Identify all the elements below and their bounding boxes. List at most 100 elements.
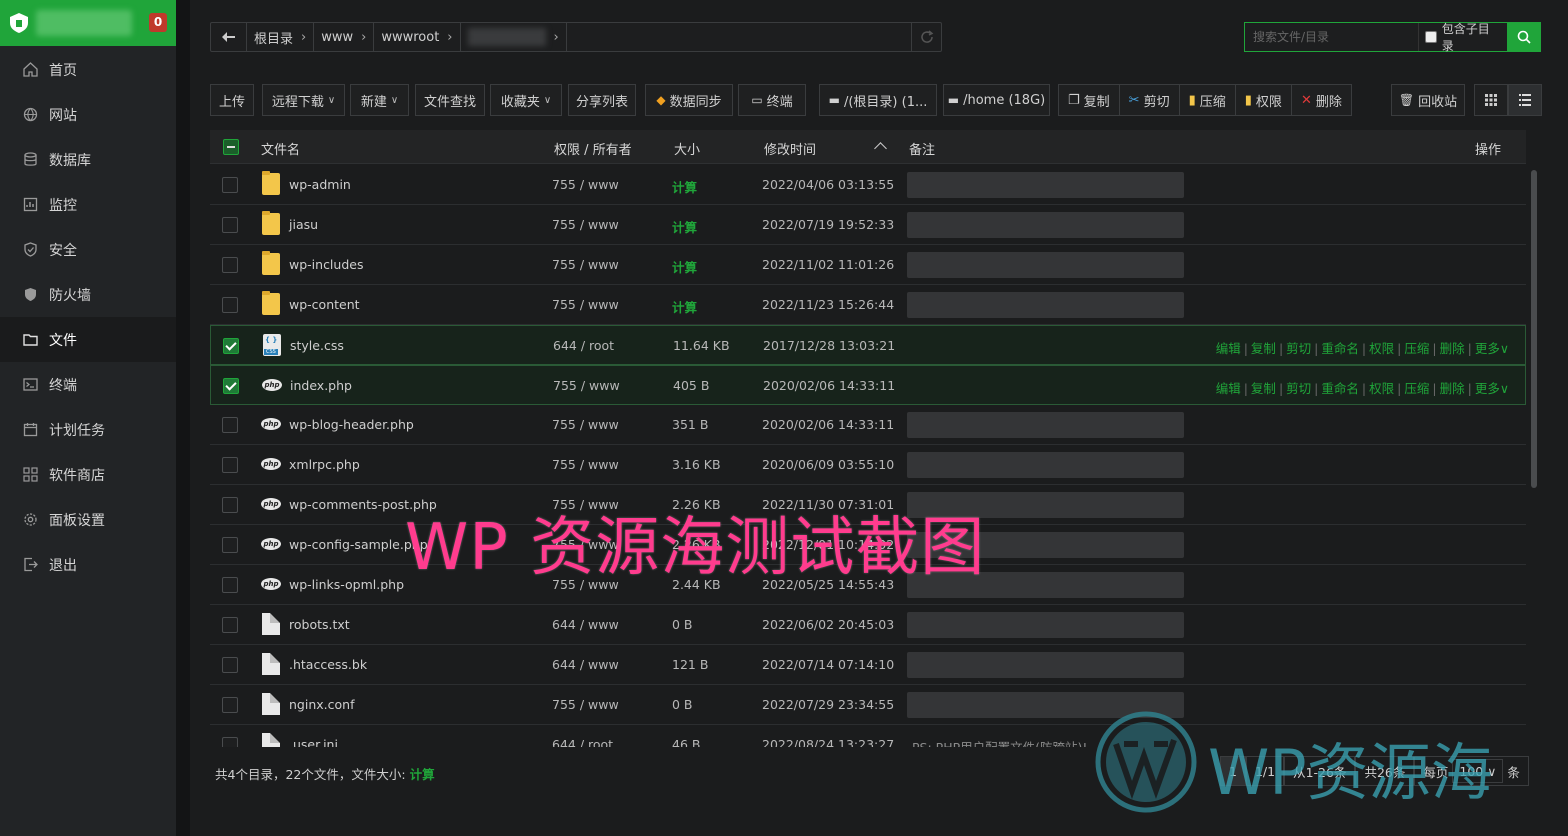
row-checkbox[interactable] [222, 577, 238, 593]
permission-button[interactable]: ▮ 权限 [1236, 85, 1292, 115]
row-op-3[interactable]: 重命名 [1321, 381, 1359, 396]
row-checkbox[interactable] [222, 617, 238, 633]
file-permission[interactable]: 755 / www [552, 697, 619, 712]
upload-button[interactable]: 上传 [210, 84, 254, 116]
file-name[interactable]: wp-content [289, 297, 360, 312]
row-op-0[interactable]: 编辑 [1216, 341, 1241, 356]
row-checkbox[interactable] [222, 457, 238, 473]
share-list-button[interactable]: 分享列表 [568, 84, 636, 116]
back-button[interactable] [211, 23, 247, 51]
file-size[interactable]: 计算 [672, 177, 697, 196]
file-name[interactable]: jiasu [289, 217, 318, 232]
scrollbar-thumb[interactable] [1531, 170, 1537, 488]
sidebar-item-database[interactable]: 数据库 [0, 137, 176, 182]
include-subdir-checkbox[interactable] [1424, 31, 1437, 43]
delete-button[interactable]: ✕ 删除 [1292, 85, 1351, 115]
list-view-button[interactable] [1508, 84, 1542, 116]
file-permission[interactable]: 644 / www [552, 657, 619, 672]
table-row[interactable]: php wp-blog-header.php 755 / www 351 B 2020/… [210, 405, 1526, 445]
file-note-blurred[interactable] [907, 412, 1184, 438]
file-name[interactable]: wp-blog-header.php [289, 417, 414, 432]
file-name[interactable]: index.php [290, 378, 352, 393]
file-name[interactable]: robots.txt [289, 617, 350, 632]
sidebar-item-gear[interactable]: 面板设置 [0, 497, 176, 542]
sidebar-item-logout[interactable]: 退出 [0, 542, 176, 587]
file-permission[interactable]: 755 / www [552, 417, 619, 432]
terminal-button[interactable]: ▭ 终端 [738, 84, 806, 116]
row-checkbox[interactable] [223, 378, 239, 394]
breadcrumb-root[interactable]: 根目录 › [247, 23, 315, 51]
header-mtime[interactable]: 修改时间 [764, 139, 816, 158]
file-find-button[interactable]: 文件查找 [415, 84, 485, 116]
sidebar-item-shield[interactable]: 安全 [0, 227, 176, 272]
file-name[interactable]: wp-links-opml.php [289, 577, 404, 592]
table-row[interactable]: php xmlrpc.php 755 / www 3.16 KB 2020/06/09 … [210, 445, 1526, 485]
row-checkbox[interactable] [222, 737, 238, 747]
row-op-7[interactable]: 更多 [1475, 381, 1500, 396]
file-permission[interactable]: 755 / www [553, 378, 620, 393]
row-op-5[interactable]: 压缩 [1404, 341, 1429, 356]
table-row[interactable]: nginx.conf 755 / www 0 B 2022/07/29 23:34:5… [210, 685, 1526, 725]
file-permission[interactable]: 644 / www [552, 617, 619, 632]
sidebar-item-folder[interactable]: 文件 [0, 317, 176, 362]
sort-asc-icon[interactable] [874, 142, 887, 155]
sidebar-item-home[interactable]: 首页 [0, 47, 176, 92]
row-checkbox[interactable] [222, 697, 238, 713]
row-checkbox[interactable] [222, 297, 238, 313]
row-checkbox[interactable] [222, 417, 238, 433]
new-button[interactable]: 新建 ∨ [350, 84, 409, 116]
row-checkbox[interactable] [223, 338, 239, 354]
table-row[interactable]: .htaccess.bk 644 / www 121 B 2022/07/14 07:… [210, 645, 1526, 685]
row-op-3[interactable]: 重命名 [1321, 341, 1359, 356]
summary-calc-link[interactable]: 计算 [410, 767, 435, 782]
file-name[interactable]: .htaccess.bk [289, 657, 367, 672]
row-op-1[interactable]: 复制 [1251, 381, 1276, 396]
file-size[interactable]: 计算 [672, 297, 697, 316]
file-name[interactable]: nginx.conf [289, 697, 354, 712]
row-checkbox[interactable] [222, 657, 238, 673]
sidebar-item-grid[interactable]: 软件商店 [0, 452, 176, 497]
row-checkbox[interactable] [222, 177, 238, 193]
file-name[interactable]: .user.ini [289, 737, 338, 747]
row-checkbox[interactable] [222, 257, 238, 273]
file-permission[interactable]: 755 / www [552, 177, 619, 192]
table-row[interactable]: php index.php 755 / www 405 B 2020/02/06 14:… [210, 365, 1526, 405]
file-name[interactable]: wp-admin [289, 177, 351, 192]
row-op-6[interactable]: 删除 [1440, 341, 1465, 356]
include-subdir-toggle[interactable]: 包含子目录 [1417, 22, 1507, 53]
file-permission[interactable]: 755 / www [552, 297, 619, 312]
file-note-blurred[interactable] [907, 612, 1184, 638]
table-row[interactable]: style.css 644 / root 11.64 KB 2017/12/28 13… [210, 325, 1526, 365]
file-size[interactable]: 计算 [672, 257, 697, 276]
notification-badge[interactable]: 0 [149, 13, 167, 32]
sidebar-item-monitor[interactable]: 监控 [0, 182, 176, 227]
file-note-blurred[interactable] [907, 252, 1184, 278]
file-name[interactable]: xmlrpc.php [289, 457, 360, 472]
row-op-2[interactable]: 剪切 [1286, 341, 1311, 356]
row-op-4[interactable]: 权限 [1369, 381, 1394, 396]
cut-button[interactable]: ✂ 剪切 [1120, 85, 1180, 115]
file-permission[interactable]: 755 / www [552, 217, 619, 232]
disk-root-button[interactable]: ▬/(根目录) (1... [819, 84, 937, 116]
sidebar-item-firewall[interactable]: 防火墙 [0, 272, 176, 317]
row-op-1[interactable]: 复制 [1251, 341, 1276, 356]
compress-button[interactable]: ▮ 压缩 [1180, 85, 1236, 115]
row-op-5[interactable]: 压缩 [1404, 381, 1429, 396]
file-note-blurred[interactable] [907, 292, 1184, 318]
search-button[interactable] [1507, 22, 1541, 52]
file-name[interactable]: style.css [290, 338, 344, 353]
sidebar-item-globe[interactable]: 网站 [0, 92, 176, 137]
table-row[interactable]: robots.txt 644 / www 0 B 2022/06/02 20:45:0… [210, 605, 1526, 645]
row-op-0[interactable]: 编辑 [1216, 381, 1241, 396]
file-note-blurred[interactable] [907, 652, 1184, 678]
table-row[interactable]: wp-admin 755 / www 计算 2022/04/06 03:13:55 [210, 165, 1526, 205]
table-row[interactable]: wp-content 755 / www 计算 2022/11/23 15:26:44 [210, 285, 1526, 325]
copy-button[interactable]: ❐ 复制 [1059, 85, 1120, 115]
file-note[interactable]: PS: PHP用户配置文件(防跨站)! [912, 737, 1087, 747]
header-perm[interactable]: 权限 / 所有者 [554, 139, 632, 158]
disk-home-button[interactable]: ▬/home (18G) [943, 84, 1050, 116]
breadcrumb-site-blurred[interactable]: › [461, 23, 567, 51]
row-op-4[interactable]: 权限 [1369, 341, 1394, 356]
grid-view-button[interactable] [1474, 84, 1508, 116]
row-checkbox[interactable] [222, 537, 238, 553]
